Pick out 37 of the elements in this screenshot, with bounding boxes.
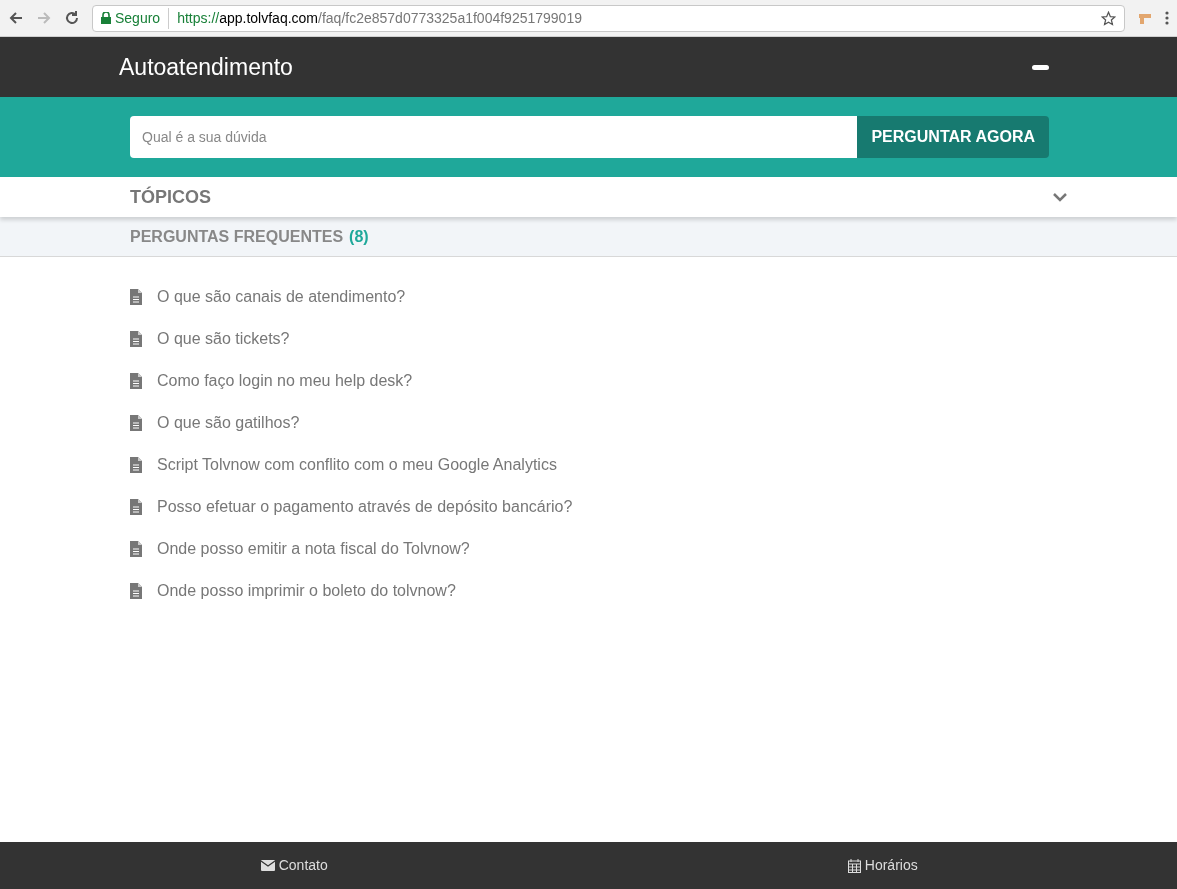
section-title: PERGUNTAS FREQUENTES [130,226,344,247]
menu-icon[interactable] [1165,11,1169,25]
document-icon [130,415,142,431]
question-link[interactable]: O que são tickets? [157,327,290,351]
question-link[interactable]: O que são canais de atendimento? [157,285,406,309]
question-link[interactable]: Posso efetuar o pagamento através de depósito bancário? [157,495,573,519]
minimize-icon[interactable] [1032,64,1049,70]
back-icon[interactable] [8,10,24,26]
star-icon[interactable] [1101,10,1116,26]
document-icon [130,331,142,347]
envelope-icon [260,860,275,871]
lock-icon [101,12,111,24]
document-icon [130,289,142,305]
topics-label: TÓPICOS [130,185,212,209]
question-link[interactable]: Onde posso emitir a nota fiscal do Tolvnow? [157,537,470,561]
url-text: https://app.tolvfaq.com/faq/fc2e857d0773325a1f004f9251799019 [176,8,582,28]
question-count: (8) [349,226,369,247]
topics-toggle[interactable]: TÓPICOS [0,177,1177,217]
document-icon [130,583,142,599]
document-icon [130,457,142,473]
address-bar[interactable]: Seguro https://app.tolvfaq.com/faq/fc2e857d0773325a1f004f9251799019 [92,4,1125,32]
question-link[interactable]: O que são gatilhos? [157,411,300,435]
reload-icon[interactable] [64,10,80,26]
question-link[interactable]: Script Tolvnow com conflito com o meu Google Analytics [157,453,557,477]
document-icon [130,499,142,515]
question-field[interactable]: Qual é a sua dúvida [130,116,858,158]
footer-link[interactable]: Horários [847,855,918,876]
footer-link[interactable]: Contato [260,855,328,876]
app-title: Autoatendimento [119,52,294,82]
question-link[interactable]: Onde posso imprimir o boleto do tolvnow? [157,579,456,603]
calendar-icon [847,858,861,873]
question-link[interactable]: Como faço login no meu help desk? [157,369,413,393]
ask-button[interactable]: PERGUNTAR AGORA [857,116,1049,158]
security-label: Seguro [115,7,170,29]
chevron-icon [1053,192,1067,202]
document-icon [130,373,142,389]
document-icon [130,541,142,557]
